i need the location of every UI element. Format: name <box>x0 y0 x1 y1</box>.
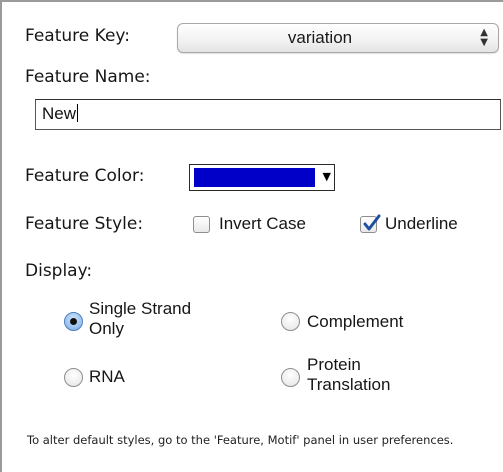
invert-case-checkbox[interactable] <box>193 216 210 233</box>
single-strand-label[interactable]: Single Strand Only <box>89 299 191 339</box>
complement-radio[interactable] <box>281 312 300 331</box>
feature-key-value: variation <box>287 28 353 47</box>
underline-label[interactable]: Underline <box>385 214 458 234</box>
single-strand-label-line1: Single Strand <box>89 299 192 318</box>
preferences-hint: To alter default styles, go to the 'Feat… <box>27 433 454 447</box>
feature-color-picker[interactable]: ▼ <box>189 164 335 191</box>
feature-name-value: New <box>42 104 77 123</box>
rna-label[interactable]: RNA <box>89 367 125 387</box>
feature-name-input[interactable]: New <box>35 99 501 130</box>
feature-color-label: Feature Color: <box>25 166 145 186</box>
display-label: Display: <box>25 261 93 281</box>
complement-label[interactable]: Complement <box>307 312 403 332</box>
protein-translation-radio[interactable] <box>281 368 300 387</box>
protein-translation-label-line1: Protein <box>307 355 361 374</box>
feature-key-label: Feature Key: <box>25 26 130 46</box>
feature-style-label: Feature Style: <box>25 214 144 234</box>
single-strand-radio[interactable] <box>64 312 83 331</box>
text-caret <box>77 104 79 122</box>
feature-editor-panel: Feature Key: variation ▲ ▼ Feature Name: … <box>0 0 503 472</box>
radio-dot <box>70 318 77 325</box>
single-strand-label-line2: Only <box>89 319 124 338</box>
feature-name-label: Feature Name: <box>25 67 151 87</box>
up-down-arrows-icon: ▲ ▼ <box>480 27 488 48</box>
feature-key-select[interactable]: variation ▲ ▼ <box>177 23 499 53</box>
panel-top-border <box>2 0 503 2</box>
rna-radio[interactable] <box>64 368 83 387</box>
underline-checkbox[interactable] <box>360 214 381 233</box>
color-swatch <box>194 168 315 187</box>
triangle-down-icon[interactable]: ▼ <box>323 170 331 183</box>
protein-translation-label-line2: Translation <box>307 375 391 394</box>
invert-case-label[interactable]: Invert Case <box>219 214 306 234</box>
checkmark-icon <box>363 214 381 231</box>
protein-translation-label[interactable]: Protein Translation <box>307 355 390 395</box>
